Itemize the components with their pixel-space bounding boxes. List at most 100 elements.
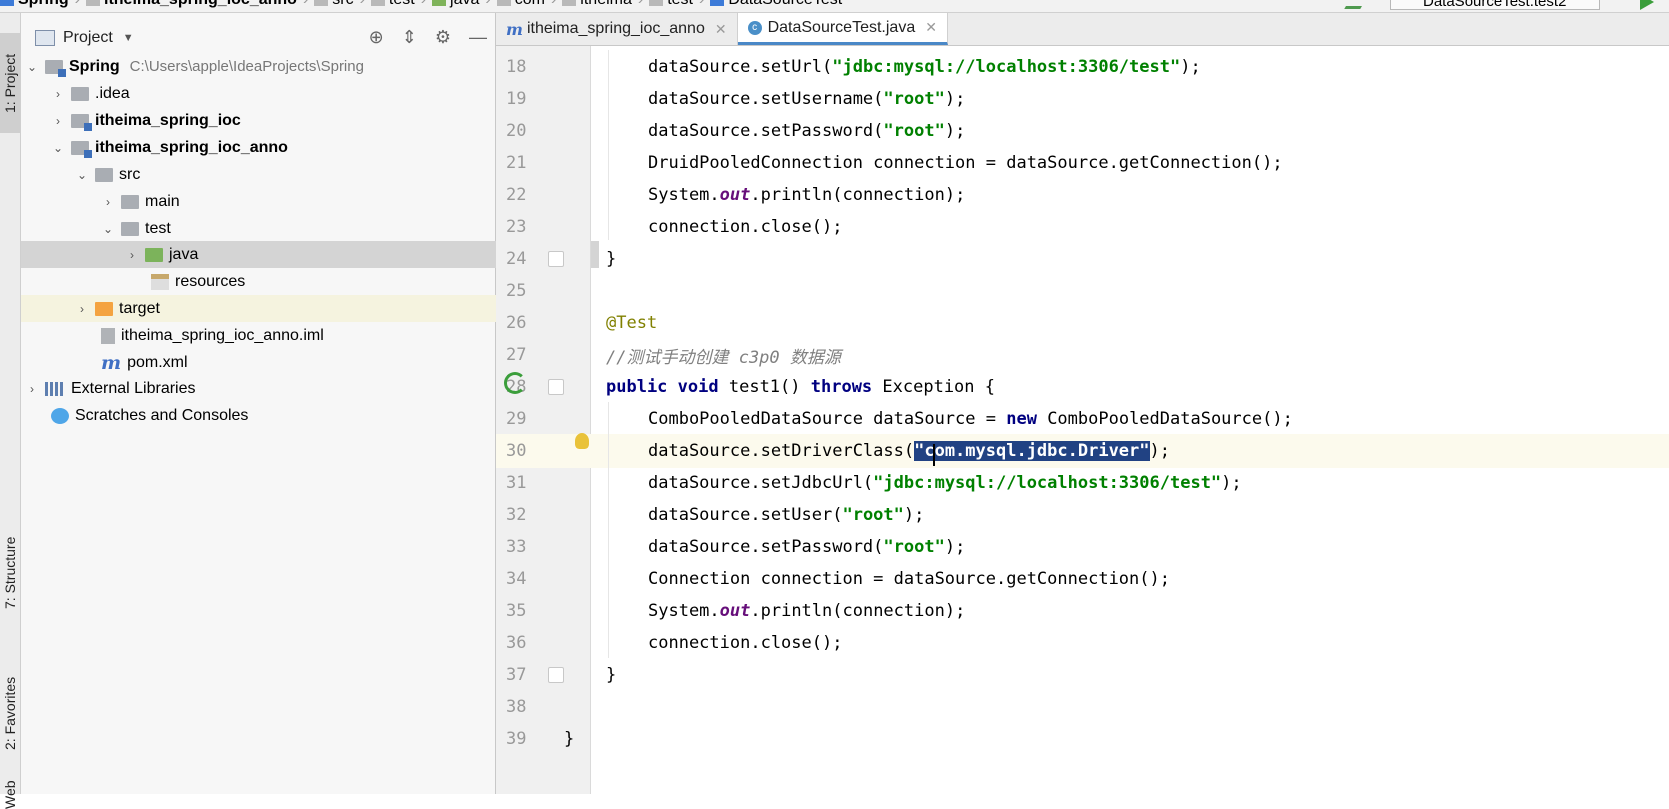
lightbulb-icon[interactable] — [575, 433, 589, 449]
gear-icon[interactable]: ⚙ — [435, 27, 451, 48]
module-file-icon — [101, 327, 115, 344]
tool-tab-project[interactable]: 1: Project — [0, 33, 20, 133]
excluded-folder-icon — [95, 301, 113, 316]
breadcrumb-com[interactable]: com — [496, 0, 545, 9]
tree-item-itheima-spring-ioc[interactable]: › itheima_spring_ioc — [21, 107, 525, 134]
package-icon — [562, 0, 577, 6]
text-cursor — [933, 444, 935, 466]
code-line-35[interactable]: 35 System.out.println(connection); — [496, 594, 1669, 628]
chevron-down-icon[interactable]: ▼ — [123, 32, 134, 44]
code-line-32[interactable]: 32 dataSource.setUser("root"); — [496, 498, 1669, 532]
run-test-icon[interactable] — [504, 372, 526, 394]
build-hammer-icon[interactable] — [1344, 0, 1368, 9]
breadcrumb-module[interactable]: itheima_spring_ioc_anno — [86, 0, 297, 9]
code-line-37[interactable]: 37 } — [496, 658, 1669, 692]
chevron-right-icon[interactable]: › — [101, 195, 115, 209]
tree-item-label: pom.xml — [127, 353, 188, 371]
tree-item-itheima-spring-ioc-anno[interactable]: ⌄ itheima_spring_ioc_anno — [21, 134, 525, 161]
code-line-24[interactable]: 24 } — [496, 242, 1669, 276]
tree-item-idea[interactable]: › .idea — [21, 80, 525, 107]
code-editor[interactable]: 18 dataSource.setUrl("jdbc:mysql://local… — [496, 46, 1669, 794]
code-line-39[interactable]: 39 } — [496, 722, 1669, 756]
line-number: 19 — [506, 89, 527, 109]
code-line-33[interactable]: 33 dataSource.setPassword("root"); — [496, 530, 1669, 564]
test-folder-icon — [432, 0, 447, 6]
tree-item-src[interactable]: ⌄ src — [21, 161, 549, 188]
fold-marker[interactable] — [548, 667, 564, 683]
tree-item-main[interactable]: › main — [21, 188, 575, 215]
chevron-right-icon[interactable]: › — [125, 248, 139, 262]
project-path: C:\Users\apple\IdeaProjects\Spring — [129, 58, 364, 75]
tab-datasourcetest[interactable]: c DataSourceTest.java ✕ — [737, 13, 948, 45]
class-icon — [710, 0, 725, 6]
tool-tab-web[interactable]: Web — [0, 781, 20, 809]
tree-item-label: Scratches and Consoles — [75, 406, 249, 424]
tree-item-pom[interactable]: m pom.xml — [21, 349, 575, 376]
run-icon[interactable] — [1640, 0, 1654, 10]
code-line-22[interactable]: 22 System.out.println(connection); — [496, 178, 1669, 212]
code-line-31[interactable]: 31 dataSource.setJdbcUrl("jdbc:mysql://l… — [496, 466, 1669, 500]
code-line-34[interactable]: 34 Connection connection = dataSource.ge… — [496, 562, 1669, 596]
tool-tab-favorites[interactable]: 2: Favorites — [0, 653, 20, 773]
breadcrumb-java[interactable]: java — [432, 0, 479, 9]
chevron-right-icon[interactable]: › — [51, 114, 65, 128]
chevron-down-icon[interactable]: ⌄ — [51, 141, 65, 155]
fold-marker[interactable] — [548, 251, 564, 267]
code-line-27[interactable]: 27 //测试手动创建 c3p0 数据源 — [496, 338, 1669, 372]
code-line-38[interactable]: 38 — [496, 690, 1669, 724]
chevron-right-icon[interactable]: › — [25, 382, 39, 396]
hide-icon[interactable]: — — [469, 27, 487, 48]
code-line-26[interactable]: 26 @Test — [496, 306, 1669, 340]
code-line-23[interactable]: 23 connection.close(); — [496, 210, 1669, 244]
breadcrumb-class[interactable]: DataSourceTest — [710, 0, 842, 9]
code-line-21[interactable]: 21 DruidPooledConnection connection = da… — [496, 146, 1669, 180]
close-icon[interactable]: ✕ — [715, 21, 727, 38]
tree-item-spring[interactable]: ⌄ Spring C:\Users\apple\IdeaProjects\Spr… — [21, 53, 499, 80]
chevron-right-icon[interactable]: › — [75, 302, 89, 316]
code-line-28[interactable]: 28 public void test1() throws Exception … — [496, 370, 1669, 404]
fold-marker[interactable] — [548, 379, 564, 395]
line-number: 18 — [506, 57, 527, 77]
code-line-19[interactable]: 19 dataSource.setUsername("root"); — [496, 82, 1669, 116]
module-folder-icon — [71, 140, 92, 158]
breadcrumb-separator: › — [638, 0, 643, 9]
libraries-icon — [45, 381, 65, 396]
chevron-right-icon[interactable]: › — [51, 87, 65, 101]
code-line-29[interactable]: 29 ComboPooledDataSource dataSource = ne… — [496, 402, 1669, 436]
breadcrumb-test[interactable]: test — [370, 0, 415, 9]
line-number: 22 — [506, 185, 527, 205]
code-line-18[interactable]: 18 dataSource.setUrl("jdbc:mysql://local… — [496, 50, 1669, 84]
line-number: 20 — [506, 121, 527, 141]
run-configuration-select[interactable]: DataSourceTest.test2 — [1390, 0, 1600, 10]
breadcrumb-itheima[interactable]: itheima — [562, 0, 632, 9]
tree-item-label: src — [119, 165, 141, 183]
line-number: 21 — [506, 153, 527, 173]
tree-item-external-libraries[interactable]: › External Libraries — [21, 375, 499, 402]
code-line-36[interactable]: 36 connection.close(); — [496, 626, 1669, 660]
code-line-20[interactable]: 20 dataSource.setPassword("root"); — [496, 114, 1669, 148]
tree-item-iml[interactable]: itheima_spring_ioc_anno.iml — [21, 322, 575, 349]
project-icon — [0, 0, 14, 6]
tree-item-target[interactable]: › target — [21, 295, 549, 322]
tree-item-label: itheima_spring_ioc_anno — [95, 138, 288, 156]
tool-tab-structure[interactable]: 7: Structure — [0, 513, 20, 633]
breadcrumb-src[interactable]: src — [314, 0, 354, 9]
resources-folder-icon — [151, 273, 169, 290]
chevron-down-icon[interactable]: ⌄ — [25, 60, 39, 74]
code-line-30[interactable]: 30 dataSource.setDriverClass("com.mysql.… — [496, 434, 1669, 468]
line-number: 29 — [506, 409, 527, 429]
breadcrumb-test-package[interactable]: test — [649, 0, 693, 9]
tree-item-scratches[interactable]: Scratches and Consoles — [21, 402, 525, 429]
collapse-all-icon[interactable]: ⇕ — [402, 27, 417, 48]
code-line-25[interactable]: 25 — [496, 274, 1669, 308]
line-number: 27 — [506, 345, 527, 365]
project-view-selector[interactable]: Project — [63, 29, 113, 47]
chevron-down-icon[interactable]: ⌄ — [75, 168, 89, 182]
breadcrumb-spring[interactable]: Spring — [0, 0, 69, 9]
tree-item-test[interactable]: ⌄ test — [21, 215, 575, 242]
chevron-down-icon[interactable]: ⌄ — [101, 222, 115, 236]
locate-icon[interactable]: ⊕ — [369, 27, 384, 48]
tab-module[interactable]: m itheima_spring_ioc_anno ✕ — [496, 13, 738, 45]
line-number: 30 — [506, 441, 527, 461]
close-icon[interactable]: ✕ — [925, 19, 937, 36]
